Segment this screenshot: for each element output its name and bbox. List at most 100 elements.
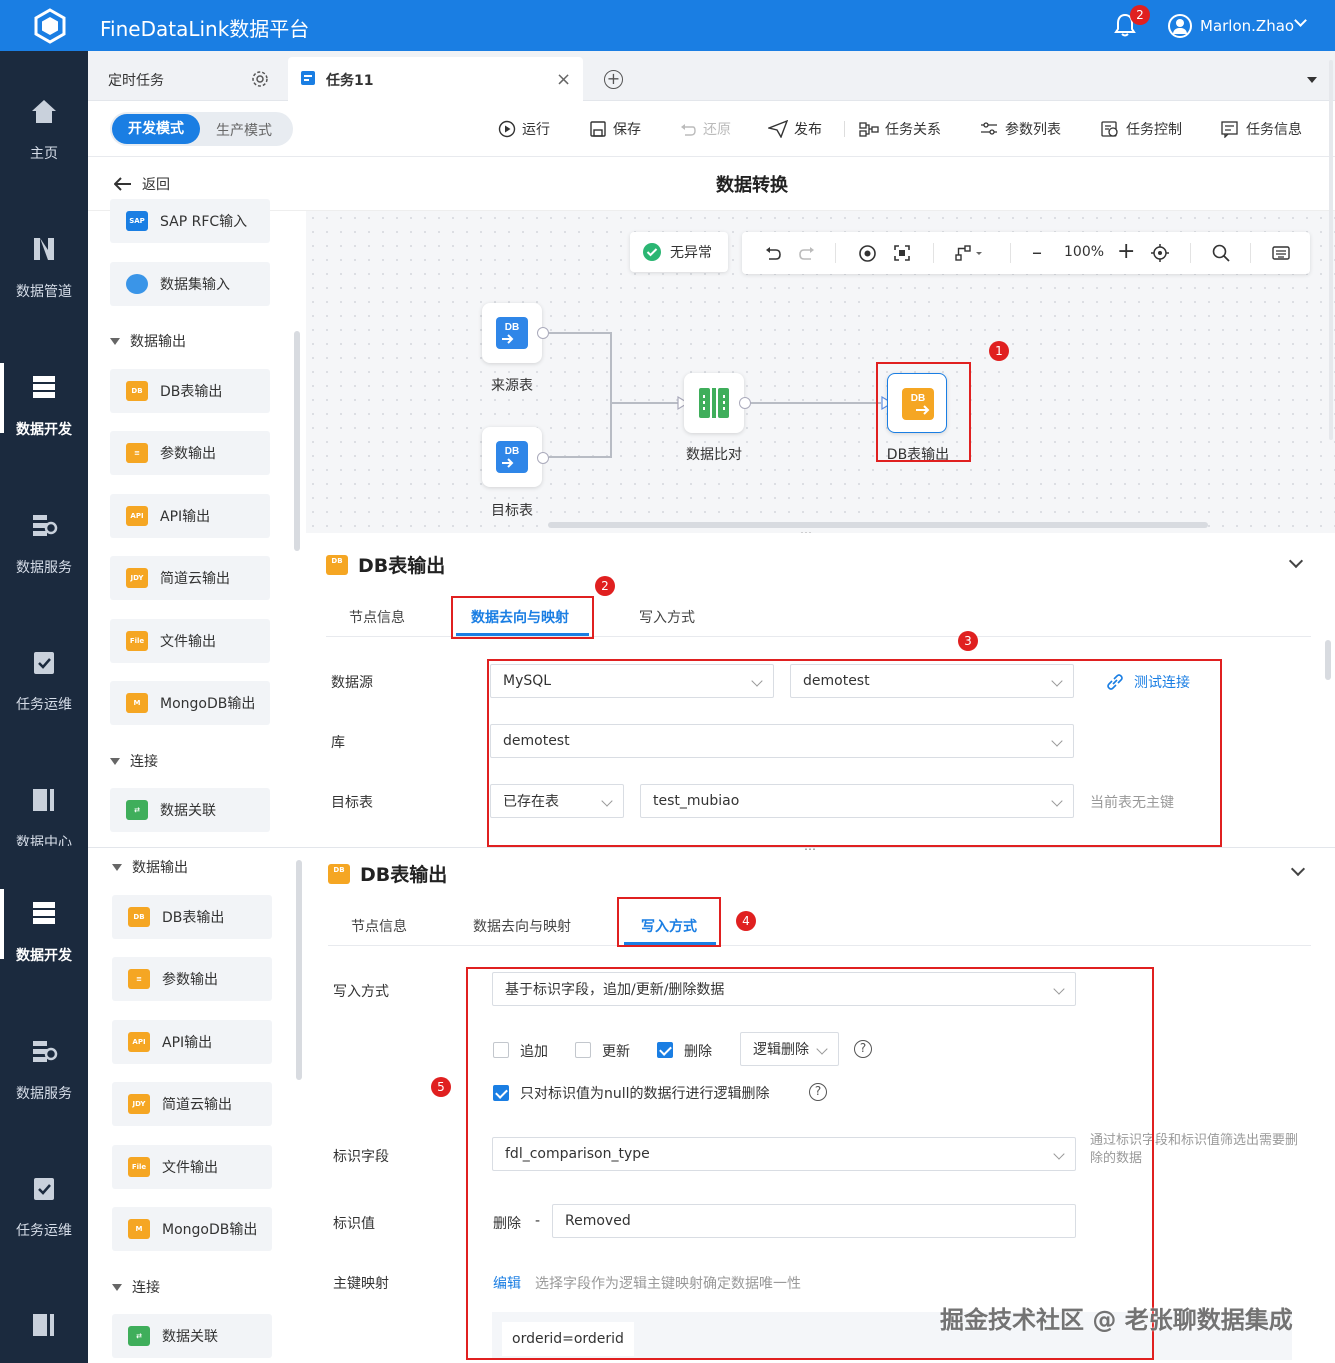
tab-node-info[interactable]: 节点信息: [351, 916, 407, 936]
gear-icon[interactable]: [251, 70, 269, 88]
nav-item-ops[interactable]: 任务运维: [0, 648, 88, 758]
nav-label: 数据服务: [16, 560, 72, 576]
tab-node-info[interactable]: 节点信息: [349, 607, 405, 627]
back-button[interactable]: 返回: [114, 174, 170, 194]
node-label: 目标表: [491, 503, 533, 519]
component-api-output[interactable]: API API输出: [110, 494, 270, 538]
nav-item-service[interactable]: 数据服务: [0, 511, 88, 621]
nav-item-dev-2[interactable]: 数据开发: [0, 889, 88, 1009]
nav-item-datacenter[interactable]: 数据中心: [0, 786, 88, 846]
restore-label: 还原: [703, 122, 731, 138]
nav-item-pipeline[interactable]: 数据管道: [0, 235, 88, 345]
component-join-2[interactable]: ⇄ 数据关联: [112, 1314, 272, 1358]
group-output-2[interactable]: 数据输出: [112, 857, 188, 877]
task-info-button[interactable]: 任务信息: [1220, 119, 1302, 139]
component-db-output[interactable]: DB DB表输出: [110, 369, 270, 413]
save-label: 保存: [613, 122, 641, 138]
restore-button[interactable]: 还原: [679, 119, 731, 139]
tab-scheduled[interactable]: 定时任务: [108, 70, 164, 90]
component-param-output[interactable]: ≡ 参数输出: [110, 431, 270, 475]
join-icon: ⇄: [128, 1326, 150, 1346]
component-sap-rfc[interactable]: SAP SAP RFC输入: [110, 199, 270, 243]
flow-edges: [549, 332, 894, 458]
user-name[interactable]: Marlon.Zhao: [1200, 17, 1294, 35]
group-connect-2[interactable]: 连接: [112, 1277, 160, 1297]
jdy-output-icon: JDY: [126, 568, 148, 588]
task-control-label: 任务控制: [1126, 122, 1182, 138]
node-port[interactable]: [537, 327, 549, 339]
component-mongodb-output-2[interactable]: M MongoDB输出: [112, 1207, 272, 1251]
component-jdy-output[interactable]: JDY 简道云输出: [110, 556, 270, 600]
mode-switch[interactable]: 开发模式 生产模式: [110, 112, 293, 146]
component-api-output-2[interactable]: API API输出: [112, 1020, 272, 1064]
tab-mapping[interactable]: 数据去向与映射: [473, 916, 571, 936]
annotation-badge: 1: [989, 341, 1009, 361]
api-output-icon: API: [126, 506, 148, 526]
dev-icon: [33, 902, 55, 924]
tab-task-label: 任务11: [326, 73, 374, 89]
run-label: 运行: [522, 122, 550, 138]
group-connect[interactable]: 连接: [110, 751, 158, 771]
nav-item-home[interactable]: 主页: [0, 97, 88, 207]
back-label: 返回: [142, 177, 170, 193]
param-list-button[interactable]: 参数列表: [979, 119, 1061, 139]
add-tab-icon[interactable]: +: [604, 70, 623, 89]
page-scrollbar[interactable]: [1329, 60, 1333, 440]
nav-item-service-2[interactable]: 数据服务: [0, 1037, 88, 1147]
component-dataset[interactable]: 数据集输入: [110, 262, 270, 306]
group-label: 数据输出: [132, 860, 188, 876]
nav-label: 任务运维: [16, 1223, 72, 1239]
node-badge: DB: [505, 322, 519, 333]
highlight-box: [487, 659, 1222, 847]
canvas-h-scrollbar[interactable]: [548, 522, 1208, 528]
panel-scrollbar[interactable]: [1325, 640, 1331, 680]
save-button[interactable]: 保存: [589, 119, 641, 139]
run-button[interactable]: 运行: [498, 119, 550, 139]
component-jdy-output-2[interactable]: JDY 简道云输出: [112, 1082, 272, 1126]
app-logo-icon: [34, 8, 66, 44]
panel1-header: DB DB表输出: [326, 551, 445, 578]
node-target-table[interactable]: DB: [482, 427, 542, 487]
arrow-left-icon: [114, 177, 131, 191]
tab-write-mode[interactable]: 写入方式: [639, 607, 695, 627]
nav-item-ops-2[interactable]: 任务运维: [0, 1174, 88, 1284]
component-db-output-2[interactable]: DB DB表输出: [112, 895, 272, 939]
tab-task[interactable]: 任务11 ×: [288, 57, 583, 101]
avatar[interactable]: [1168, 14, 1192, 38]
task-control-button[interactable]: 任务控制: [1100, 119, 1182, 139]
tab-menu-caret-icon[interactable]: [1307, 77, 1317, 83]
task-relation-button[interactable]: 任务关系: [859, 119, 941, 139]
caret-down-icon: [110, 757, 120, 765]
db-label: 库: [331, 735, 345, 751]
close-icon[interactable]: ×: [556, 69, 571, 90]
nav-item-dev[interactable]: 数据开发: [0, 363, 88, 483]
top-bar: FineDataLink数据平台 2 Marlon.Zhao: [0, 0, 1335, 51]
component-label: 数据关联: [160, 803, 216, 819]
resize-handle-icon[interactable]: ⋯: [804, 842, 816, 856]
highlight-box: [451, 596, 594, 639]
nav-item-datacenter-2[interactable]: [0, 1311, 88, 1361]
publish-button[interactable]: 发布: [768, 119, 822, 139]
nav-label: 任务运维: [16, 697, 72, 713]
node-source-table[interactable]: DB: [482, 303, 542, 363]
db-output-icon: DB: [128, 907, 150, 927]
component-join[interactable]: ⇄ 数据关联: [110, 788, 270, 832]
notification-count-badge: 2: [1130, 5, 1150, 25]
node-port[interactable]: [739, 397, 751, 409]
prod-mode-button[interactable]: 生产模式: [216, 120, 272, 140]
node-port[interactable]: [537, 452, 549, 464]
user-menu-chevron-icon[interactable]: [1294, 14, 1307, 27]
component-label: API输出: [160, 509, 211, 525]
node-data-compare[interactable]: [684, 373, 744, 433]
group-output[interactable]: 数据输出: [110, 331, 186, 351]
component-file-output[interactable]: File 文件输出: [110, 619, 270, 663]
pk-mapping-label: 主键映射: [333, 1276, 389, 1292]
component-mongodb-output[interactable]: M MongoDB输出: [110, 681, 270, 725]
flag-field-label: 标识字段: [333, 1149, 389, 1165]
dev-mode-button[interactable]: 开发模式: [112, 114, 200, 144]
component-label: 简道云输出: [162, 1097, 232, 1113]
datacenter-icon: [33, 789, 54, 811]
component-label: 数据关联: [162, 1329, 218, 1345]
component-param-output-2[interactable]: ≡ 参数输出: [112, 957, 272, 1001]
component-file-output-2[interactable]: File 文件输出: [112, 1145, 272, 1189]
